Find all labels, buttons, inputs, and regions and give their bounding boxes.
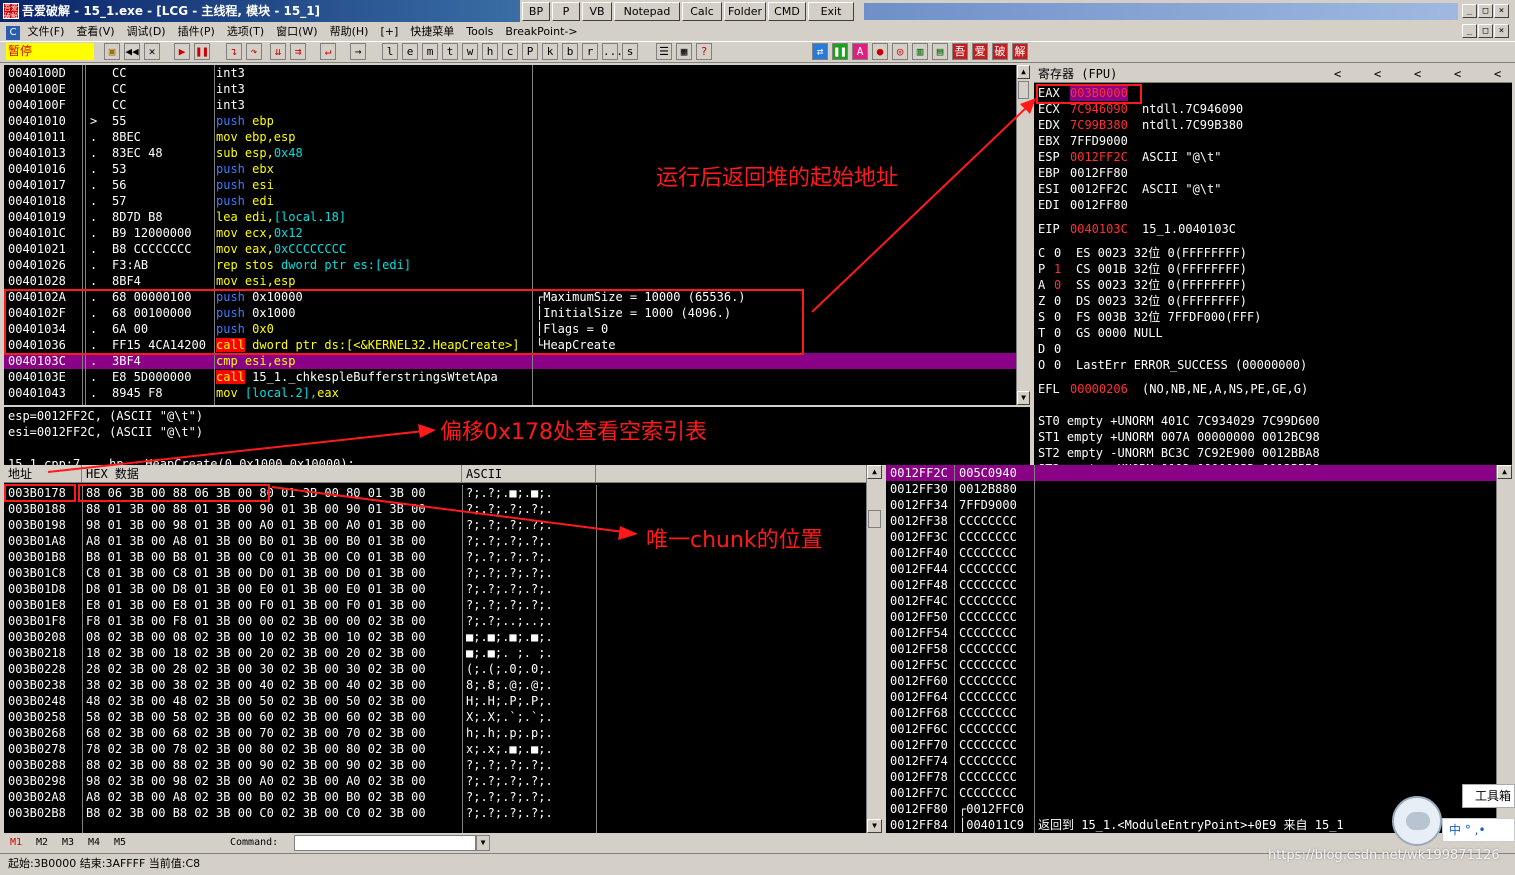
window-button-b[interactable]: b — [562, 43, 578, 60]
window-button-k[interactable]: k — [542, 43, 558, 60]
annotation-arrows — [47, 98, 1036, 540]
watermark: https://blog.csdn.net/wk199871126 — [1268, 848, 1500, 863]
ime-extra: ° ,• — [1464, 823, 1486, 837]
quick-button-exit[interactable]: Exit — [808, 2, 854, 21]
window-button-r[interactable]: r — [582, 43, 598, 60]
quick-button-notepad[interactable]: Notepad — [614, 2, 680, 21]
window-button-t[interactable]: t — [442, 43, 458, 60]
window-button-l[interactable]: l — [382, 43, 398, 60]
assistant-avatar-icon[interactable] — [1392, 796, 1442, 846]
quick-button-p[interactable]: P — [552, 2, 580, 21]
annotation-chunk: 唯一chunk的位置 — [646, 528, 823, 553]
window-button-c[interactable]: c — [502, 43, 518, 60]
ime-indicator[interactable]: 中 ° ,• — [1442, 818, 1515, 842]
window-button-e[interactable]: e — [402, 43, 418, 60]
quick-button-calc[interactable]: Calc — [682, 2, 722, 21]
quick-button-vb[interactable]: VB — [582, 2, 612, 21]
toolbox-label: 工具箱 — [1475, 789, 1512, 803]
annotation-heap-start: 运行后返回堆的起始地址 — [656, 166, 899, 191]
quick-button-bp[interactable]: BP — [522, 2, 550, 21]
quick-button-folder[interactable]: Folder — [724, 2, 766, 21]
ime-lang: 中 — [1449, 823, 1462, 837]
annotation-offset: 偏移0x178处查看空索引表 — [440, 420, 708, 445]
window-button-s[interactable]: s — [622, 43, 638, 60]
window-button-m[interactable]: m — [422, 43, 438, 60]
window-button-P[interactable]: P — [522, 43, 538, 60]
window-button-w[interactable]: w — [462, 43, 478, 60]
toolbox-popup[interactable]: 工具箱 — [1462, 784, 1515, 808]
window-button-h[interactable]: h — [482, 43, 498, 60]
quick-button-cmd[interactable]: CMD — [768, 2, 806, 21]
window-button-dots[interactable]: ... — [602, 43, 623, 60]
